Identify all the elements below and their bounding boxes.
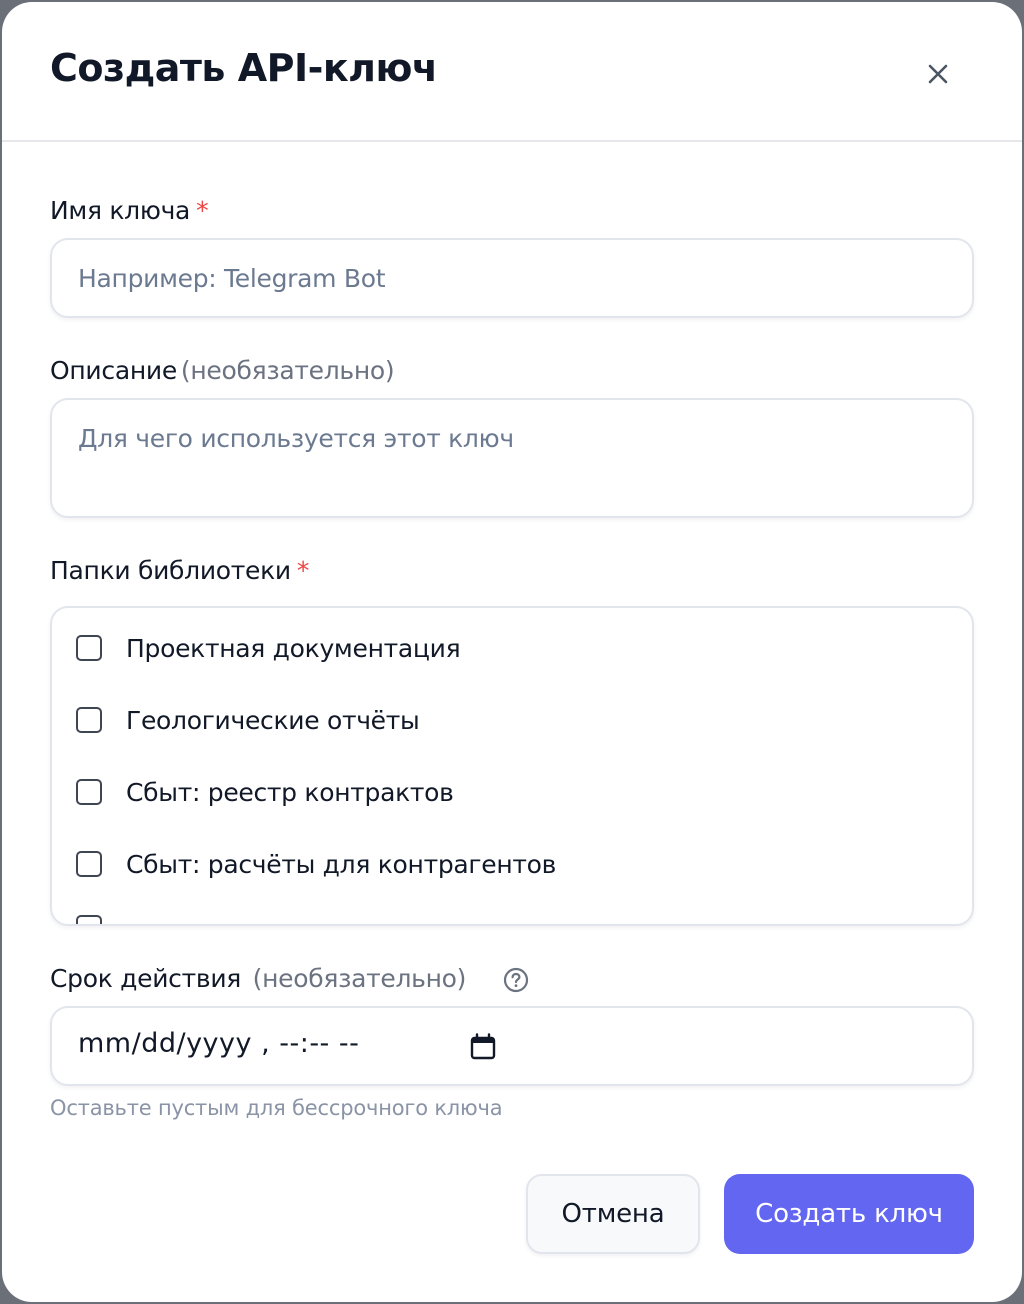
folder-checkbox[interactable] — [76, 915, 102, 924]
expiry-datetime-input[interactable]: mm/dd/yyyy , --:-- -- — [50, 1006, 974, 1086]
calendar-icon[interactable] — [468, 1032, 498, 1062]
folders-label-text: Папки библиотеки — [50, 556, 291, 585]
datetime-value: mm/dd/yyyy , --:-- -- — [78, 1028, 360, 1059]
close-icon — [928, 64, 948, 84]
expiry-label: Срок действия (необязательно) — [50, 964, 466, 993]
folder-label: Геологические отчёты — [126, 705, 420, 735]
optional-note: (необязательно) — [180, 356, 395, 385]
folder-checkbox[interactable] — [76, 635, 102, 661]
description-textarea[interactable]: Для чего используется этот ключ — [50, 398, 974, 518]
create-key-button[interactable]: Создать ключ — [724, 1174, 974, 1254]
folders-label: Папки библиотеки * — [50, 556, 309, 585]
folder-option-clipped[interactable] — [76, 908, 102, 924]
folder-checkbox[interactable] — [76, 779, 102, 805]
dialog-header: Создать API-ключ — [2, 2, 1022, 142]
cancel-button[interactable]: Отмена — [526, 1174, 700, 1254]
folder-checkbox[interactable] — [76, 851, 102, 877]
key-name-label-text: Имя ключа — [50, 196, 191, 225]
expiry-label-text: Срок действия — [50, 964, 242, 993]
folder-option[interactable]: Сбыт: расчёты для контрагентов — [76, 844, 556, 884]
required-mark: * — [296, 556, 310, 585]
create-api-key-dialog: Создать API-ключ Имя ключа * Например: Te… — [2, 2, 1022, 1302]
description-placeholder: Для чего используется этот ключ — [78, 424, 514, 453]
folder-label: Сбыт: расчёты для контрагентов — [126, 849, 557, 879]
description-label-text: Описание — [50, 356, 177, 385]
folder-checkbox[interactable] — [76, 707, 102, 733]
description-label: Описание (необязательно) — [50, 356, 395, 385]
folder-option[interactable]: Проектная документация — [76, 628, 461, 668]
required-mark: * — [196, 196, 209, 225]
expiry-hint: Оставьте пустым для бессрочного ключа — [50, 1096, 503, 1120]
folder-label: Проектная документация — [126, 633, 461, 663]
key-name-label: Имя ключа * — [50, 196, 209, 225]
optional-note: (необязательно) — [252, 964, 467, 993]
folder-option[interactable]: Сбыт: реестр контрактов — [76, 772, 454, 812]
question-circle-icon[interactable] — [502, 966, 530, 994]
folder-option[interactable]: Геологические отчёты — [76, 700, 420, 740]
dialog-title: Создать API-ключ — [50, 46, 438, 90]
close-button[interactable] — [918, 54, 958, 94]
key-name-placeholder: Например: Telegram Bot — [78, 264, 386, 293]
folder-label: Сбыт: реестр контрактов — [126, 777, 454, 807]
folders-checkbox-list[interactable]: Проектная документация Геологические отч… — [50, 606, 974, 926]
key-name-input[interactable]: Например: Telegram Bot — [50, 238, 974, 318]
